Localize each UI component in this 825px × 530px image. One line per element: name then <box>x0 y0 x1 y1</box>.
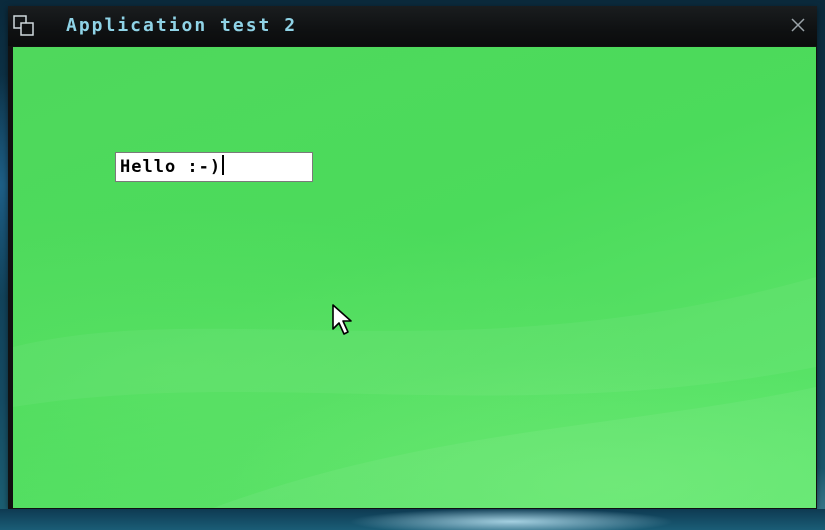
window-client-area: Hello :-) <box>13 47 816 508</box>
application-window: Application test 2 Hello :-) <box>8 6 817 509</box>
window-titlebar[interactable]: Application test 2 <box>8 6 817 46</box>
background-swoosh <box>13 277 816 508</box>
mouse-pointer-icon <box>332 304 352 335</box>
taskbar-strip <box>0 509 825 530</box>
text-caret <box>222 155 225 175</box>
window-restore-icon[interactable] <box>12 14 36 38</box>
desktop-background: Application test 2 Hello :-) <box>0 0 825 530</box>
close-icon[interactable] <box>787 14 809 36</box>
window-title: Application test 2 <box>66 15 298 36</box>
text-input-field[interactable]: Hello :-) <box>115 152 313 182</box>
text-input-value: Hello :-) <box>120 157 222 177</box>
